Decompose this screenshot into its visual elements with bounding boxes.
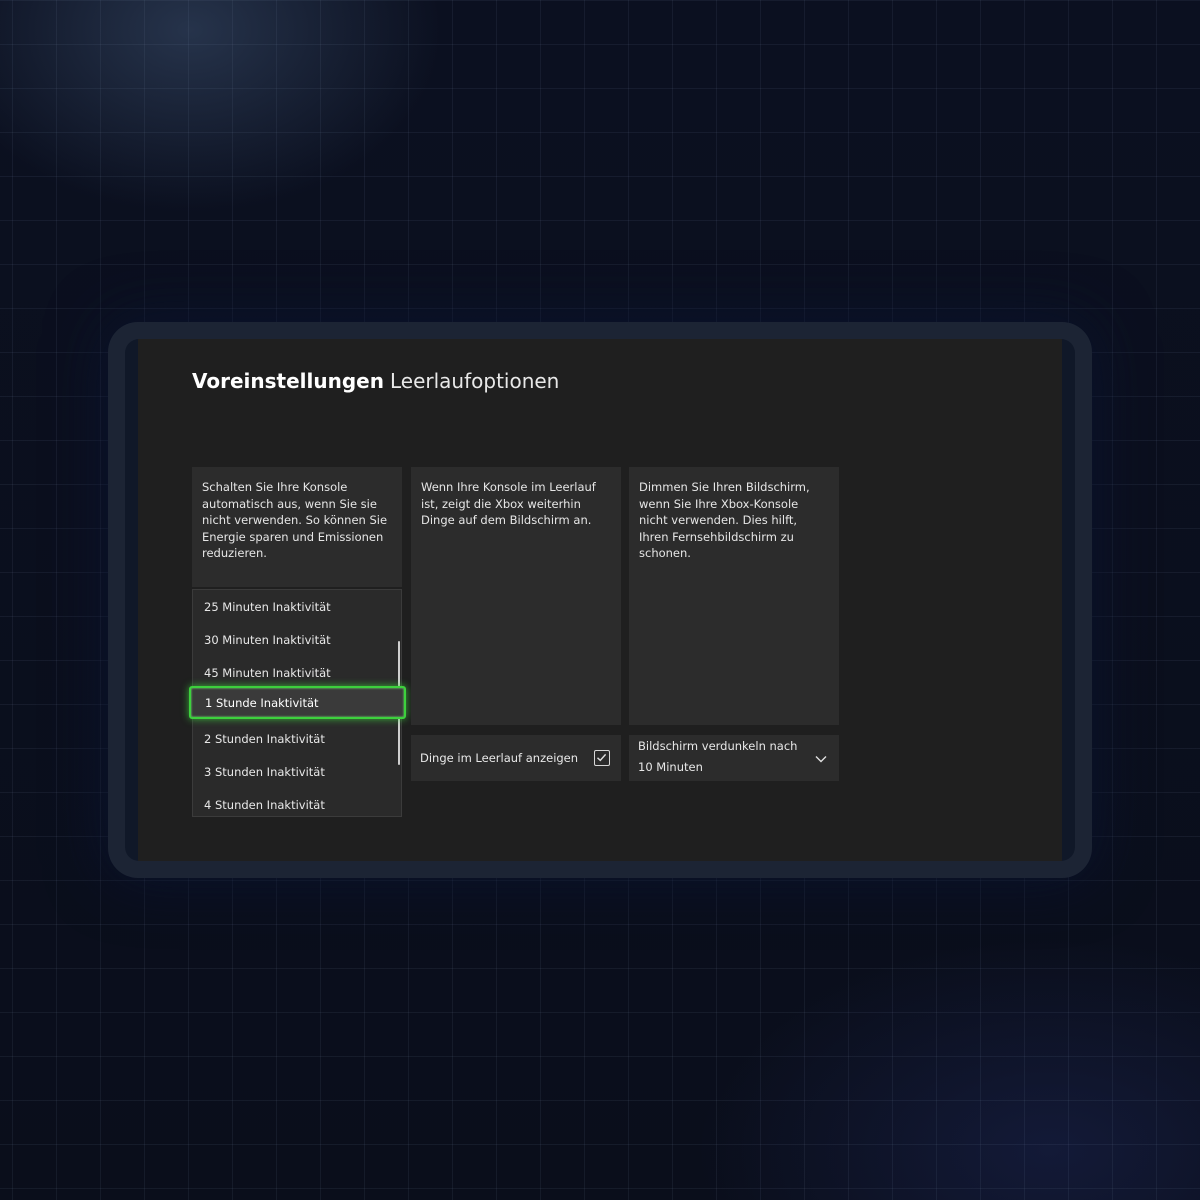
idle-display-toggle[interactable]: Dinge im Leerlauf anzeigen	[411, 735, 621, 781]
tv-bezel: Voreinstellungen Leerlaufoptionen Schalte…	[125, 339, 1075, 861]
dropdown-option-selected[interactable]: 1 Stunde Inaktivität	[189, 686, 406, 719]
chevron-down-icon	[815, 752, 827, 766]
dim-screen-value: 10 Minuten	[638, 760, 703, 774]
breadcrumb-page: Leerlaufoptionen	[389, 369, 560, 393]
page-title: Voreinstellungen Leerlaufoptionen	[192, 369, 559, 393]
dim-screen-label: Bildschirm verdunkeln nach	[638, 739, 798, 753]
dim-screen-select[interactable]: Bildschirm verdunkeln nach 10 Minuten	[629, 735, 839, 781]
dropdown-option[interactable]: 4 Stunden Inaktivität	[193, 788, 401, 821]
dim-screen-description: Dimmen Sie Ihren Bildschirm, wenn Sie Ih…	[639, 480, 810, 560]
dropdown-option[interactable]: 25 Minuten Inaktivität	[193, 590, 401, 623]
dropdown-option[interactable]: 2 Stunden Inaktivität	[193, 722, 401, 755]
dropdown-option[interactable]: 45 Minuten Inaktivität	[193, 656, 401, 689]
idle-display-description: Wenn Ihre Konsole im Leerlauf ist, zeigt…	[421, 480, 596, 527]
checkmark-icon[interactable]	[594, 750, 610, 766]
auto-off-description-panel: Schalten Sie Ihre Konsole automatisch au…	[192, 467, 402, 587]
settings-screen: Voreinstellungen Leerlaufoptionen Schalte…	[138, 339, 1062, 861]
dropdown-option[interactable]: 30 Minuten Inaktivität	[193, 623, 401, 656]
tv-frame: Voreinstellungen Leerlaufoptionen Schalte…	[108, 322, 1092, 878]
idle-display-description-panel: Wenn Ihre Konsole im Leerlauf ist, zeigt…	[411, 467, 621, 725]
auto-off-description: Schalten Sie Ihre Konsole automatisch au…	[202, 480, 388, 560]
idle-display-label: Dinge im Leerlauf anzeigen	[420, 751, 579, 765]
dropdown-option[interactable]: 3 Stunden Inaktivität	[193, 755, 401, 788]
breadcrumb-section: Voreinstellungen	[192, 369, 384, 393]
dim-screen-description-panel: Dimmen Sie Ihren Bildschirm, wenn Sie Ih…	[629, 467, 839, 725]
